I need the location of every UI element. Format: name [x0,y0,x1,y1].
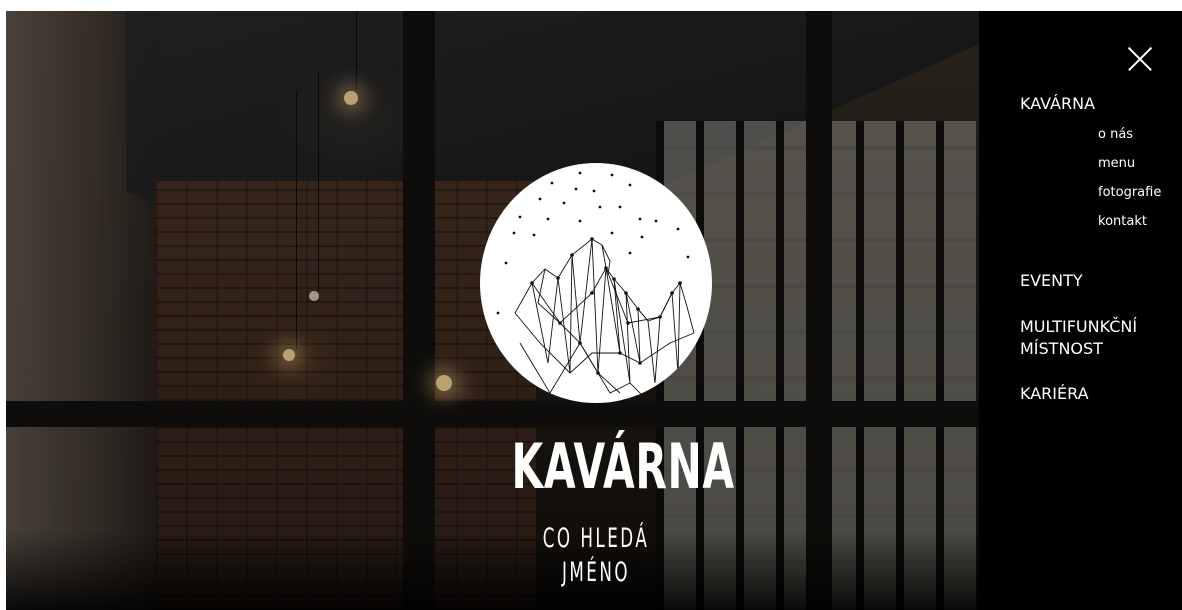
nav-item-multifunkcni-mistnost[interactable]: MULTIFUNKČNÍ MÍSTNOST [1020,316,1160,360]
nav-subitem-fotografie[interactable]: fotografie [1098,184,1161,202]
nav-subitem-kontakt[interactable]: kontakt [1098,213,1147,231]
nav-item-kavarna[interactable]: KAVÁRNA [1020,93,1170,115]
close-icon[interactable] [1127,46,1153,72]
logo-title: KAVÁRNA [511,430,735,503]
nav-item-eventy[interactable]: EVENTY [1020,270,1170,292]
side-nav-panel: KAVÁRNA o nás menu fotografie kontakt EV… [979,11,1182,610]
nav-subitem-menu[interactable]: menu [1098,155,1135,173]
mountain-icon [496,171,695,403]
nav-subitem-o-nas[interactable]: o nás [1098,126,1133,144]
logo-mountain-emblem [480,163,712,403]
logo-subtitle: CO HLEDÁ JMÉNO [542,523,650,588]
nav-item-kariera[interactable]: KARIÉRA [1020,383,1170,405]
